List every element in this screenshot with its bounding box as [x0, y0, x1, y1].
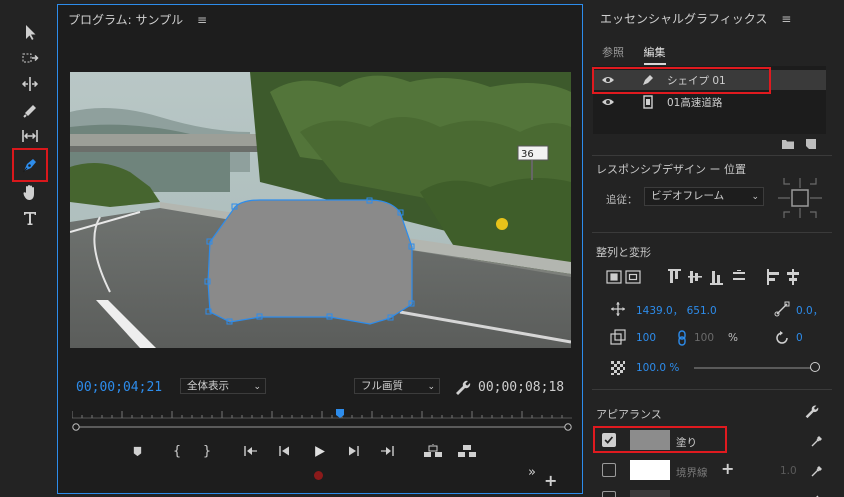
position-value[interactable]: 1439.0， 651.0 — [636, 303, 717, 318]
mark-out-icon[interactable]: } — [198, 442, 216, 460]
stroke-label: 境界線 — [676, 467, 708, 479]
record-icon[interactable] — [314, 471, 323, 480]
track-select-tool-icon[interactable] — [14, 46, 46, 70]
pen-tool-icon[interactable] — [12, 148, 48, 182]
time-ruler[interactable] — [72, 409, 572, 419]
program-monitor-title-text: プログラム: サンプル — [68, 13, 184, 27]
play-icon[interactable] — [310, 442, 328, 460]
shadow-checkbox[interactable] — [602, 491, 616, 497]
layer-item[interactable]: 01高速道路 — [593, 92, 826, 112]
appearance-settings-wrench-icon[interactable] — [803, 403, 819, 419]
follow-value: ビデオフレーム — [651, 190, 725, 202]
settings-wrench-icon[interactable] — [453, 378, 471, 396]
film-clip-icon — [643, 95, 653, 109]
zoom-level-select[interactable]: 全体表示 ⌄ — [180, 378, 266, 394]
video-preview[interactable]: 36 — [70, 72, 571, 348]
eye-icon[interactable] — [601, 97, 615, 107]
duration-timecode: 00;00;08;18 — [478, 380, 565, 395]
step-back-icon[interactable] — [276, 442, 294, 460]
playback-resolution-value: フル画質 — [361, 380, 403, 392]
slip-tool-icon[interactable] — [14, 124, 46, 148]
current-timecode[interactable]: 00;00;04;21 — [76, 380, 162, 395]
playback-resolution-select[interactable]: フル画質 ⌄ — [354, 378, 440, 394]
pin-to-widget[interactable] — [776, 176, 824, 220]
program-monitor-title: プログラム: サンプル ≡ — [68, 11, 207, 28]
zoom-level-value: 全体表示 — [187, 380, 229, 392]
appearance-title: アピアランス — [596, 408, 662, 421]
panel-menu-icon[interactable]: ≡ — [781, 12, 791, 26]
go-to-in-icon[interactable] — [242, 442, 260, 460]
chevron-down-icon: ⌄ — [751, 192, 759, 202]
opacity-slider-thumb[interactable] — [810, 362, 820, 372]
stroke-checkbox[interactable] — [602, 463, 616, 477]
align-transform-title: 整列と変形 — [596, 246, 651, 259]
anchor-point-icon — [774, 301, 790, 317]
new-layer-icon[interactable] — [804, 137, 818, 151]
follow-select[interactable]: ビデオフレーム ⌄ — [644, 187, 764, 206]
anchor-value[interactable]: 0.0， — [796, 303, 823, 318]
tab-browse[interactable]: 参照 — [602, 44, 624, 60]
razor-tool-icon[interactable] — [14, 98, 46, 122]
scale-icon — [610, 329, 626, 345]
rotation-value[interactable]: 0 — [796, 332, 803, 344]
extract-icon[interactable] — [456, 442, 478, 460]
add-stroke-plus-icon[interactable]: + — [721, 459, 734, 478]
stroke-width-value[interactable]: 1.0 — [780, 465, 797, 477]
stroke-color-swatch[interactable] — [630, 460, 670, 480]
new-group-icon[interactable] — [781, 138, 795, 150]
hand-tool-icon[interactable] — [14, 180, 46, 204]
highlight-box — [593, 426, 727, 453]
scale-value[interactable]: 100 — [636, 332, 656, 344]
opacity-value[interactable]: 100.0 % — [636, 362, 679, 374]
go-to-out-icon[interactable] — [378, 442, 396, 460]
rotation-icon — [774, 330, 790, 346]
essential-graphics-title-text: エッセンシャルグラフィックス — [600, 12, 768, 26]
overflow-chevron-icon[interactable]: » — [528, 465, 536, 480]
zoom-scrollbar[interactable] — [72, 423, 572, 431]
program-monitor-panel: プログラム: サンプル ≡ 36 00;00;04;21 全体表示 ⌄ フル画質… — [57, 4, 583, 494]
panel-menu-icon[interactable]: ≡ — [197, 13, 207, 27]
essential-graphics-panel: エッセンシャルグラフィックス ≡ 参照 編集 シェイプ 01 01高速道路 レス… — [588, 0, 844, 497]
stroke-eyedropper-icon[interactable] — [810, 464, 824, 478]
layer-name: 01高速道路 — [667, 96, 723, 109]
eg-tabs: 参照 編集 — [602, 44, 682, 65]
percent-label: % — [728, 332, 738, 344]
ripple-edit-tool-icon[interactable] — [14, 72, 46, 96]
mark-in-icon[interactable]: { — [168, 442, 186, 460]
selection-tool-icon[interactable] — [14, 20, 46, 44]
shadow-eyedropper-icon[interactable] — [810, 490, 824, 497]
opacity-slider-track[interactable] — [694, 367, 816, 369]
tab-edit[interactable]: 編集 — [643, 44, 666, 65]
add-marker-icon[interactable] — [128, 442, 146, 460]
highlight-box — [592, 67, 771, 94]
button-editor-plus-icon[interactable]: + — [544, 471, 557, 490]
chevron-down-icon: ⌄ — [253, 382, 261, 392]
chevron-down-icon: ⌄ — [427, 382, 435, 392]
scale-height-value: 100 — [694, 332, 715, 344]
step-forward-icon[interactable] — [344, 442, 362, 460]
link-icon[interactable] — [674, 330, 690, 346]
type-tool-icon[interactable] — [14, 206, 46, 230]
align-buttons-row[interactable] — [606, 268, 828, 286]
road-sign-number: 36 — [521, 149, 534, 160]
essential-graphics-title: エッセンシャルグラフィックス ≡ — [600, 10, 791, 27]
lift-icon[interactable] — [422, 442, 444, 460]
fill-eyedropper-icon[interactable] — [810, 434, 824, 448]
opacity-icon — [610, 360, 626, 376]
position-icon — [610, 301, 626, 317]
follow-label: 追従： — [606, 194, 638, 206]
tools-panel — [0, 0, 56, 497]
shadow-color-swatch[interactable] — [630, 490, 670, 497]
playhead[interactable] — [336, 409, 344, 418]
responsive-design-title: レスポンシブデザイン ー 位置 — [596, 163, 746, 176]
